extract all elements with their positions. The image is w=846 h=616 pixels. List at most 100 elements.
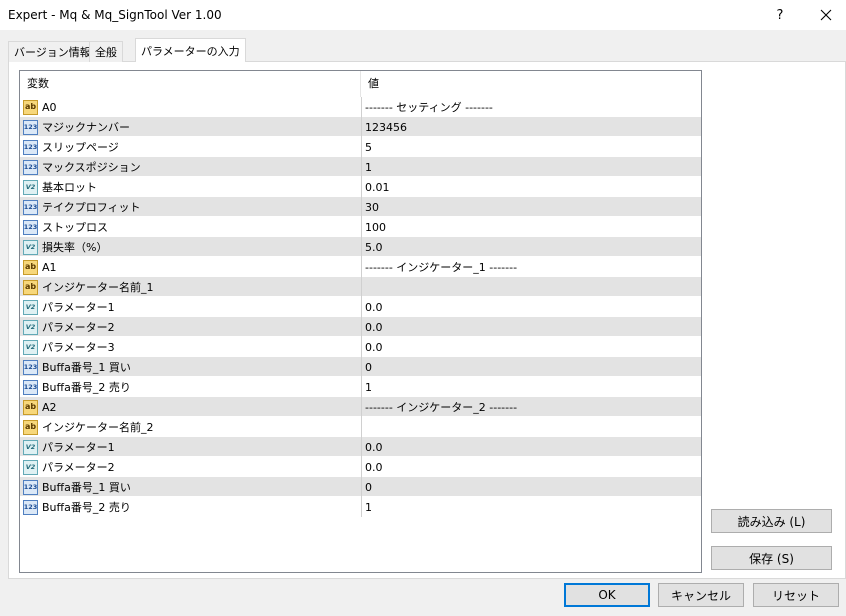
table-row[interactable]: ab A2 ------- インジケーター_2 -------: [20, 397, 701, 417]
table-row[interactable]: ab A0 ------- セッティング -------: [20, 97, 701, 117]
table-row[interactable]: 123 スリップページ 5: [20, 137, 701, 157]
variable-cell[interactable]: 123 Buffa番号_1 買い: [20, 477, 360, 497]
table-row[interactable]: ab インジケーター名前_1: [20, 277, 701, 297]
variable-cell[interactable]: 123 Buffa番号_2 売り: [20, 497, 360, 517]
variable-cell[interactable]: V2 基本ロット: [20, 177, 360, 197]
value-cell[interactable]: [361, 277, 701, 297]
variable-cell[interactable]: ab インジケーター名前_1: [20, 277, 360, 297]
table-row[interactable]: 123 テイクプロフィット 30: [20, 197, 701, 217]
column-header-variable[interactable]: 変数: [20, 71, 49, 97]
value-cell[interactable]: 123456: [361, 117, 701, 137]
variable-cell[interactable]: V2 パラメーター1: [20, 437, 360, 457]
variable-name: Buffa番号_2 売り: [42, 501, 131, 514]
double-type-icon: V2: [23, 239, 38, 255]
variable-name: パラメーター1: [42, 301, 115, 314]
table-row[interactable]: 123 ストップロス 100: [20, 217, 701, 237]
value-cell[interactable]: 0.0: [361, 297, 701, 317]
tab-parameter-input[interactable]: パラメーターの入力: [135, 38, 246, 62]
variable-name: ストップロス: [42, 221, 108, 234]
column-header-value[interactable]: 値: [361, 71, 379, 97]
variable-name: パラメーター1: [42, 441, 115, 454]
value-cell[interactable]: 5.0: [361, 237, 701, 257]
variable-name: Buffa番号_1 買い: [42, 361, 131, 374]
value-cell[interactable]: 1: [361, 377, 701, 397]
value-cell[interactable]: 1: [361, 157, 701, 177]
variable-cell[interactable]: 123 テイクプロフィット: [20, 197, 360, 217]
integer-type-icon: 123: [23, 379, 38, 395]
grid-header: 変数 値: [20, 71, 701, 97]
table-row[interactable]: 123 Buffa番号_1 買い 0: [20, 357, 701, 377]
table-row[interactable]: V2 基本ロット 0.01: [20, 177, 701, 197]
variable-name: マックスポジション: [42, 161, 141, 174]
integer-type-icon: 123: [23, 219, 38, 235]
value-cell[interactable]: 100: [361, 217, 701, 237]
variable-cell[interactable]: V2 パラメーター3: [20, 337, 360, 357]
table-row[interactable]: 123 Buffa番号_1 買い 0: [20, 477, 701, 497]
table-row[interactable]: ab A1 ------- インジケーター_1 -------: [20, 257, 701, 277]
variable-cell[interactable]: ab インジケーター名前_2: [20, 417, 360, 437]
save-button[interactable]: 保存 (S): [711, 546, 832, 570]
value-cell[interactable]: ------- インジケーター_1 -------: [361, 257, 701, 277]
variable-cell[interactable]: 123 Buffa番号_2 売り: [20, 377, 360, 397]
table-row[interactable]: 123 マックスポジション 1: [20, 157, 701, 177]
string-type-icon: ab: [23, 99, 38, 115]
variable-name: マジックナンバー: [42, 121, 130, 134]
variable-cell[interactable]: V2 損失率（%）: [20, 237, 360, 257]
help-button[interactable]: ?: [762, 0, 798, 30]
variable-name: パラメーター2: [42, 461, 115, 474]
table-row[interactable]: 123 Buffa番号_2 売り 1: [20, 497, 701, 517]
table-row[interactable]: V2 パラメーター1 0.0: [20, 297, 701, 317]
variable-cell[interactable]: 123 スリップページ: [20, 137, 360, 157]
value-cell[interactable]: 0: [361, 357, 701, 377]
integer-type-icon: 123: [23, 359, 38, 375]
value-cell[interactable]: [361, 417, 701, 437]
variable-cell[interactable]: V2 パラメーター2: [20, 457, 360, 477]
table-row[interactable]: V2 パラメーター3 0.0: [20, 337, 701, 357]
ok-button[interactable]: OK: [564, 583, 650, 607]
double-type-icon: V2: [23, 299, 38, 315]
variable-cell[interactable]: 123 Buffa番号_1 買い: [20, 357, 360, 377]
value-cell[interactable]: 1: [361, 497, 701, 517]
variable-cell[interactable]: ab A0: [20, 97, 360, 117]
cancel-button[interactable]: キャンセル: [658, 583, 744, 607]
value-cell[interactable]: 0.0: [361, 317, 701, 337]
table-row[interactable]: V2 損失率（%） 5.0: [20, 237, 701, 257]
value-cell[interactable]: ------- インジケーター_2 -------: [361, 397, 701, 417]
string-type-icon: ab: [23, 399, 38, 415]
title-bar: Expert - Mq & Mq_SignTool Ver 1.00 ?: [0, 0, 846, 30]
value-cell[interactable]: 5: [361, 137, 701, 157]
load-button[interactable]: 読み込み (L): [711, 509, 832, 533]
variable-name: A0: [42, 100, 57, 114]
window-title: Expert - Mq & Mq_SignTool Ver 1.00: [8, 8, 222, 22]
double-type-icon: V2: [23, 339, 38, 355]
table-row[interactable]: 123 マジックナンバー 123456: [20, 117, 701, 137]
variable-cell[interactable]: 123 マックスポジション: [20, 157, 360, 177]
parameter-grid[interactable]: 変数 値 ab A0 ------- セッティング ------- 123 マジックナン…: [19, 70, 702, 573]
value-cell[interactable]: 0.0: [361, 437, 701, 457]
tab-version-info[interactable]: バージョン情報: [8, 41, 97, 62]
value-cell[interactable]: 0: [361, 477, 701, 497]
value-cell[interactable]: 30: [361, 197, 701, 217]
reset-button[interactable]: リセット: [753, 583, 839, 607]
variable-name: Buffa番号_1 買い: [42, 481, 131, 494]
variable-name: 損失率（%）: [42, 241, 108, 254]
value-cell[interactable]: 0.0: [361, 457, 701, 477]
variable-cell[interactable]: V2 パラメーター2: [20, 317, 360, 337]
variable-cell[interactable]: 123 マジックナンバー: [20, 117, 360, 137]
value-cell[interactable]: ------- セッティング -------: [361, 97, 701, 117]
value-cell[interactable]: 0.01: [361, 177, 701, 197]
tab-general[interactable]: 全般: [89, 41, 123, 62]
table-row[interactable]: 123 Buffa番号_2 売り 1: [20, 377, 701, 397]
table-row[interactable]: ab インジケーター名前_2: [20, 417, 701, 437]
variable-name: インジケーター名前_1: [42, 281, 154, 294]
variable-cell[interactable]: 123 ストップロス: [20, 217, 360, 237]
close-button[interactable]: [806, 0, 846, 30]
value-cell[interactable]: 0.0: [361, 337, 701, 357]
table-row[interactable]: V2 パラメーター2 0.0: [20, 317, 701, 337]
table-row[interactable]: V2 パラメーター2 0.0: [20, 457, 701, 477]
variable-name: インジケーター名前_2: [42, 421, 154, 434]
variable-cell[interactable]: ab A1: [20, 257, 360, 277]
variable-cell[interactable]: ab A2: [20, 397, 360, 417]
variable-cell[interactable]: V2 パラメーター1: [20, 297, 360, 317]
table-row[interactable]: V2 パラメーター1 0.0: [20, 437, 701, 457]
